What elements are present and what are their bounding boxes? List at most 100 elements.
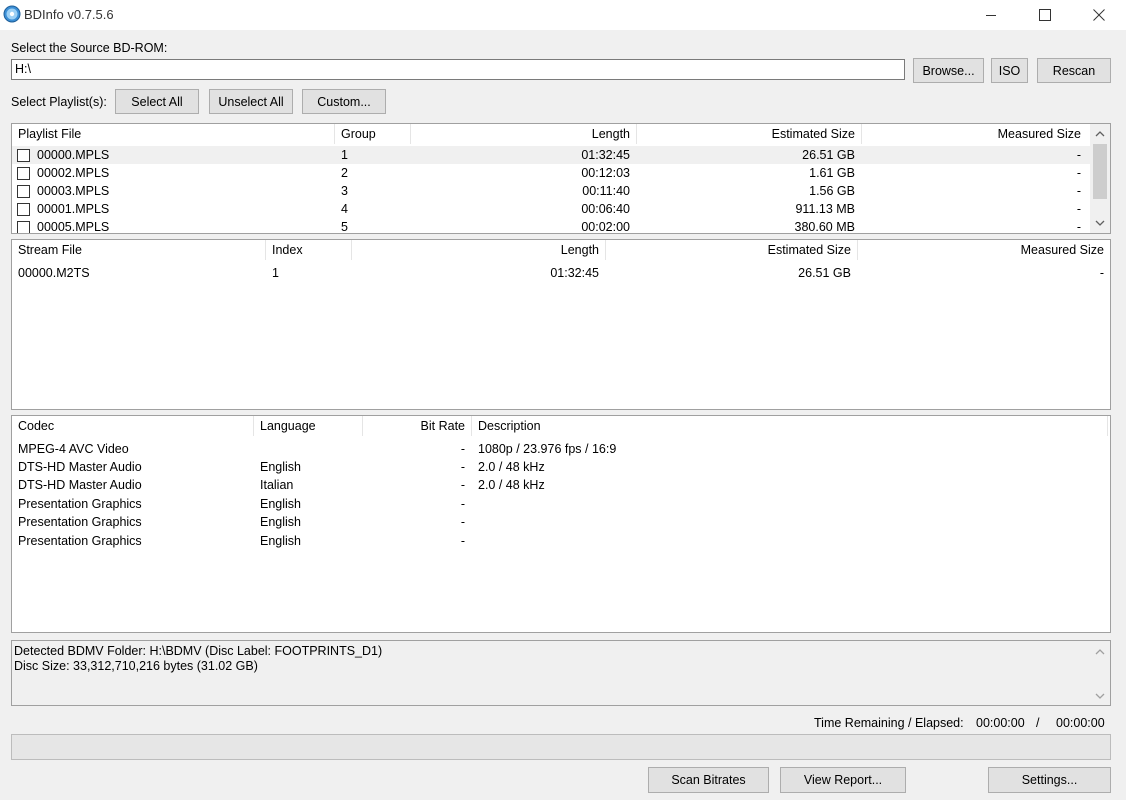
- close-icon: [1093, 9, 1105, 21]
- time-elapsed-value: 00:00:00: [1056, 716, 1105, 730]
- select-playlists-label: Select Playlist(s):: [11, 95, 107, 109]
- status-scrollbar[interactable]: [1090, 641, 1110, 705]
- codec-row[interactable]: Presentation Graphics English -: [12, 513, 1110, 531]
- playlist-estimated-size: 911.13 MB: [795, 202, 855, 216]
- settings-button[interactable]: Settings...: [988, 767, 1111, 793]
- playlist-measured-size: -: [1076, 166, 1081, 180]
- playlist-measured-size: -: [1076, 220, 1081, 234]
- codec-description: 1080p / 23.976 fps / 16:9: [478, 442, 617, 456]
- column-header-playlist-file[interactable]: Playlist File: [12, 124, 334, 144]
- codec-language: [254, 440, 362, 458]
- close-button[interactable]: [1072, 0, 1126, 30]
- view-report-button[interactable]: View Report...: [780, 767, 906, 793]
- column-header-measured-size[interactable]: Measured Size: [862, 124, 1087, 144]
- stream-row[interactable]: 00000.M2TS 1 01:32:45 26.51 GB -: [12, 264, 1110, 282]
- window-title: BDInfo v0.7.5.6: [24, 7, 114, 22]
- column-header-index[interactable]: Index: [266, 240, 351, 260]
- column-header-length[interactable]: Length: [411, 124, 636, 144]
- maximize-button[interactable]: [1018, 0, 1072, 30]
- codec-row[interactable]: DTS-HD Master Audio Italian - 2.0 / 48 k…: [12, 476, 1110, 494]
- column-header-language[interactable]: Language: [254, 416, 362, 436]
- playlist-measured-size: -: [1076, 184, 1081, 198]
- column-header-estimated-size[interactable]: Estimated Size: [606, 240, 857, 260]
- disc-app-icon: [3, 5, 21, 23]
- playlist-checkbox[interactable]: [17, 167, 30, 180]
- playlist-scrollbar[interactable]: [1090, 124, 1110, 233]
- time-remaining-label: Time Remaining / Elapsed:: [814, 716, 964, 730]
- column-header-bit-rate[interactable]: Bit Rate: [363, 416, 471, 436]
- status-textbox[interactable]: Detected BDMV Folder: H:\BDMV (Disc Labe…: [11, 640, 1111, 706]
- scroll-up-icon[interactable]: [1091, 125, 1108, 142]
- codec-name: DTS-HD Master Audio: [18, 460, 142, 474]
- unselect-all-button[interactable]: Unselect All: [209, 89, 293, 114]
- source-path-input[interactable]: H:\: [11, 59, 905, 80]
- codec-description: 2.0 / 48 kHz: [478, 478, 545, 492]
- scroll-down-icon[interactable]: [1091, 214, 1108, 231]
- column-header-stream-file[interactable]: Stream File: [12, 240, 265, 260]
- scroll-up-icon[interactable]: [1091, 643, 1108, 660]
- codec-name: Presentation Graphics: [18, 515, 142, 529]
- playlist-row[interactable]: 00005.MPLS 5 00:02:00 380.60 MB -: [12, 218, 1090, 234]
- codec-row[interactable]: Presentation Graphics English -: [12, 495, 1110, 513]
- custom-button[interactable]: Custom...: [302, 89, 386, 114]
- minimize-button[interactable]: [964, 0, 1018, 30]
- status-line-folder: Detected BDMV Folder: H:\BDMV (Disc Labe…: [14, 644, 383, 658]
- playlist-row[interactable]: 00003.MPLS 3 00:11:40 1.56 GB -: [12, 182, 1090, 200]
- codec-name: Presentation Graphics: [18, 497, 142, 511]
- codec-bit-rate: -: [460, 460, 465, 474]
- stream-measured-size: -: [1099, 266, 1104, 280]
- column-header-measured-size[interactable]: Measured Size: [858, 240, 1110, 260]
- codec-bit-rate: -: [460, 534, 465, 548]
- scan-progress-bar: [11, 734, 1111, 760]
- codec-list[interactable]: Codec Language Bit Rate Description MPEG…: [11, 415, 1111, 633]
- column-header-codec[interactable]: Codec: [12, 416, 253, 436]
- codec-name: Presentation Graphics: [18, 534, 142, 548]
- playlist-file: 00003.MPLS: [37, 184, 110, 198]
- playlist-estimated-size: 380.60 MB: [794, 220, 855, 234]
- playlist-row[interactable]: 00000.MPLS 1 01:32:45 26.51 GB -: [12, 146, 1090, 164]
- codec-row[interactable]: Presentation Graphics English -: [12, 532, 1110, 550]
- codec-bit-rate: -: [460, 515, 465, 529]
- codec-row[interactable]: MPEG-4 AVC Video - 1080p / 23.976 fps / …: [12, 440, 1110, 458]
- playlist-list[interactable]: Playlist File Group Length Estimated Siz…: [11, 123, 1111, 234]
- select-all-button[interactable]: Select All: [115, 89, 199, 114]
- column-header-group[interactable]: Group: [335, 124, 410, 144]
- playlist-row[interactable]: 00002.MPLS 2 00:12:03 1.61 GB -: [12, 164, 1090, 182]
- stream-estimated-size: 26.51 GB: [798, 266, 851, 280]
- column-divider[interactable]: [1107, 416, 1108, 436]
- codec-name: MPEG-4 AVC Video: [18, 442, 129, 456]
- playlist-checkbox[interactable]: [17, 185, 30, 198]
- playlist-checkbox[interactable]: [17, 149, 30, 162]
- stream-file: 00000.M2TS: [18, 266, 90, 280]
- codec-row[interactable]: DTS-HD Master Audio English - 2.0 / 48 k…: [12, 458, 1110, 476]
- codec-bit-rate: -: [460, 478, 465, 492]
- column-header-estimated-size[interactable]: Estimated Size: [637, 124, 861, 144]
- stream-index: 1: [272, 266, 279, 280]
- playlist-checkbox[interactable]: [17, 203, 30, 216]
- codec-description: [472, 495, 1107, 513]
- time-separator: /: [1036, 716, 1040, 730]
- minimize-icon: [986, 15, 996, 16]
- codec-description: 2.0 / 48 kHz: [478, 460, 545, 474]
- playlist-group: 3: [341, 184, 348, 198]
- rescan-button[interactable]: Rescan: [1037, 58, 1111, 83]
- title-bar: BDInfo v0.7.5.6: [0, 0, 1126, 30]
- column-header-length[interactable]: Length: [352, 240, 605, 260]
- codec-language: English: [260, 534, 301, 548]
- codec-language: English: [260, 497, 301, 511]
- browse-button[interactable]: Browse...: [913, 58, 984, 83]
- iso-button[interactable]: ISO: [991, 58, 1028, 83]
- stream-list[interactable]: Stream File Index Length Estimated Size …: [11, 239, 1111, 410]
- playlist-checkbox[interactable]: [17, 221, 30, 233]
- scan-bitrates-button[interactable]: Scan Bitrates: [648, 767, 769, 793]
- column-header-description[interactable]: Description: [472, 416, 1107, 436]
- playlist-row[interactable]: 00001.MPLS 4 00:06:40 911.13 MB -: [12, 200, 1090, 218]
- bdinfo-window: BDInfo v0.7.5.6 Select the Source BD-ROM…: [0, 0, 1126, 800]
- playlist-group: 4: [341, 202, 348, 216]
- playlist-estimated-size: 26.51 GB: [802, 148, 855, 162]
- scroll-down-icon[interactable]: [1091, 687, 1108, 704]
- playlist-file: 00000.MPLS: [37, 148, 110, 162]
- source-path-value: H:\: [15, 62, 31, 76]
- scrollbar-thumb[interactable]: [1093, 144, 1107, 199]
- playlist-length: 00:02:00: [581, 220, 630, 234]
